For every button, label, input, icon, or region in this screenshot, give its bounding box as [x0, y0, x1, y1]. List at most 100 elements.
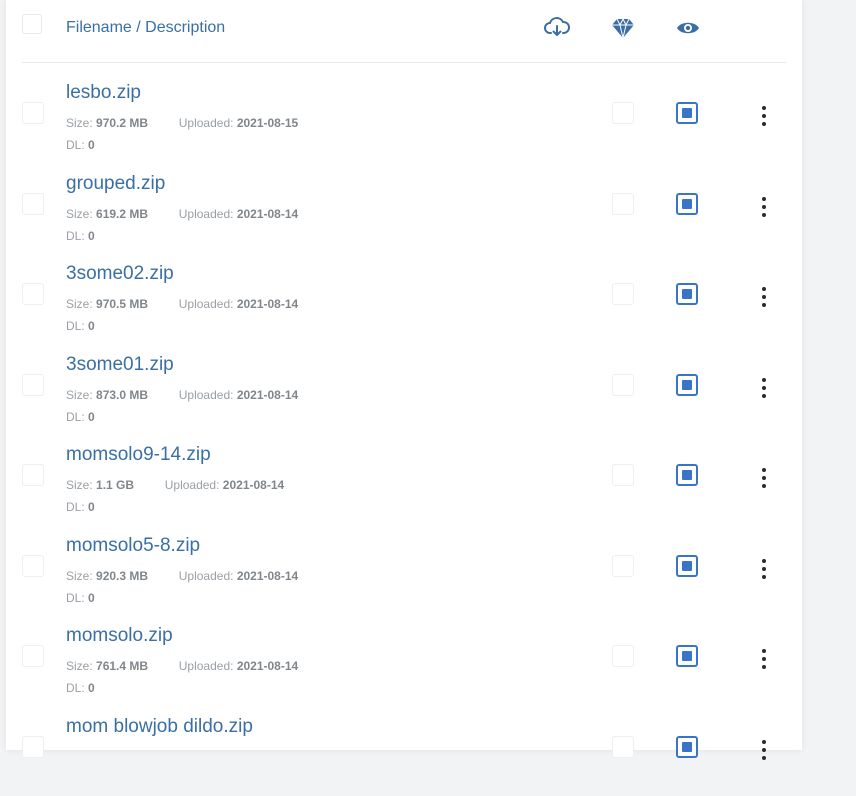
file-meta: Size: 970.5 MB Uploaded: 2021-08-14 — [66, 297, 298, 311]
row-select-checkbox[interactable] — [22, 283, 44, 305]
file-meta: Size: 873.0 MB Uploaded: 2021-08-14 — [66, 388, 298, 402]
row-select-checkbox[interactable] — [22, 374, 44, 396]
dl-value: 0 — [88, 591, 95, 605]
dl-value: 0 — [88, 319, 95, 333]
premium-checkbox[interactable] — [612, 736, 634, 758]
file-meta: Size: 920.3 MB Uploaded: 2021-08-14 — [66, 569, 298, 583]
file-name-link[interactable]: momsolo.zip — [66, 625, 173, 647]
size-label: Size: — [66, 207, 93, 221]
file-name-link[interactable]: lesbo.zip — [66, 82, 141, 104]
more-options-icon[interactable] — [754, 287, 774, 309]
download-count: DL: 0 — [66, 229, 95, 243]
premium-checkbox[interactable] — [612, 645, 634, 667]
visible-checkbox[interactable] — [676, 193, 698, 215]
file-meta: Size: 1.1 GB Uploaded: 2021-08-14 — [66, 478, 284, 492]
size-label: Size: — [66, 659, 93, 673]
more-options-icon[interactable] — [754, 197, 774, 219]
visible-checkbox[interactable] — [676, 374, 698, 396]
dl-label: DL: — [66, 500, 85, 514]
dl-value: 0 — [88, 138, 95, 152]
premium-checkbox[interactable] — [612, 555, 634, 577]
premium-checkbox[interactable] — [612, 374, 634, 396]
file-row: momsolo.zip Size: 761.4 MB Uploaded: 202… — [6, 615, 802, 706]
visible-checkbox[interactable] — [676, 464, 698, 486]
file-row: grouped.zip Size: 619.2 MB Uploaded: 202… — [6, 163, 802, 254]
visible-checkbox[interactable] — [676, 102, 698, 124]
file-meta: Size: 970.2 MB Uploaded: 2021-08-15 — [66, 116, 298, 130]
dl-label: DL: — [66, 410, 85, 424]
more-options-icon[interactable] — [754, 559, 774, 581]
download-count: DL: 0 — [66, 410, 95, 424]
file-size: 920.3 MB — [96, 569, 148, 583]
checked-mark — [682, 470, 692, 480]
premium-checkbox[interactable] — [612, 102, 634, 124]
file-name-link[interactable]: momsolo5-8.zip — [66, 535, 200, 557]
checked-mark — [682, 108, 692, 118]
row-select-checkbox[interactable] — [22, 102, 44, 124]
diamond-icon — [610, 16, 636, 40]
visible-checkbox[interactable] — [676, 283, 698, 305]
file-row: mom blowjob dildo.zip — [6, 706, 802, 796]
checked-mark — [682, 561, 692, 571]
select-all-checkbox[interactable] — [22, 14, 42, 34]
checked-mark — [682, 742, 692, 752]
visible-checkbox[interactable] — [676, 645, 698, 667]
cloud-download-icon — [544, 16, 570, 40]
dl-label: DL: — [66, 138, 85, 152]
dl-label: DL: — [66, 681, 85, 695]
uploaded-label: Uploaded: — [179, 297, 234, 311]
file-size: 1.1 GB — [96, 478, 134, 492]
download-count: DL: 0 — [66, 319, 95, 333]
checked-mark — [682, 380, 692, 390]
checked-mark — [682, 199, 692, 209]
file-name-link[interactable]: 3some02.zip — [66, 263, 174, 285]
checked-mark — [682, 289, 692, 299]
dl-label: DL: — [66, 229, 85, 243]
uploaded-label: Uploaded: — [179, 116, 234, 130]
upload-date: 2021-08-14 — [237, 388, 298, 402]
row-select-checkbox[interactable] — [22, 464, 44, 486]
more-options-icon[interactable] — [754, 378, 774, 400]
premium-checkbox[interactable] — [612, 193, 634, 215]
header-divider — [22, 62, 787, 63]
file-name-link[interactable]: 3some01.zip — [66, 354, 174, 376]
size-label: Size: — [66, 569, 93, 583]
upload-date: 2021-08-14 — [237, 569, 298, 583]
upload-date: 2021-08-14 — [237, 297, 298, 311]
file-list-header: Filename / Description — [6, 0, 802, 62]
uploaded-label: Uploaded: — [179, 388, 234, 402]
size-label: Size: — [66, 297, 93, 311]
premium-checkbox[interactable] — [612, 464, 634, 486]
visible-checkbox[interactable] — [676, 555, 698, 577]
checked-mark — [682, 651, 692, 661]
dl-value: 0 — [88, 410, 95, 424]
row-select-checkbox[interactable] — [22, 736, 44, 758]
premium-checkbox[interactable] — [612, 283, 634, 305]
file-name-link[interactable]: grouped.zip — [66, 173, 165, 195]
more-options-icon[interactable] — [754, 468, 774, 490]
dl-value: 0 — [88, 500, 95, 514]
file-row: 3some02.zip Size: 970.5 MB Uploaded: 202… — [6, 253, 802, 344]
uploaded-label: Uploaded: — [179, 569, 234, 583]
file-size: 873.0 MB — [96, 388, 148, 402]
file-name-link[interactable]: momsolo9-14.zip — [66, 444, 211, 466]
visible-checkbox[interactable] — [676, 736, 698, 758]
more-options-icon[interactable] — [754, 740, 774, 762]
upload-date: 2021-08-14 — [237, 659, 298, 673]
file-row: lesbo.zip Size: 970.2 MB Uploaded: 2021-… — [6, 72, 802, 163]
row-select-checkbox[interactable] — [22, 193, 44, 215]
upload-date: 2021-08-15 — [237, 116, 298, 130]
download-count: DL: 0 — [66, 681, 95, 695]
more-options-icon[interactable] — [754, 106, 774, 128]
row-select-checkbox[interactable] — [22, 645, 44, 667]
file-name-link[interactable]: mom blowjob dildo.zip — [66, 716, 253, 738]
dl-label: DL: — [66, 319, 85, 333]
row-select-checkbox[interactable] — [22, 555, 44, 577]
eye-icon — [675, 16, 701, 40]
file-size: 761.4 MB — [96, 659, 148, 673]
size-label: Size: — [66, 478, 93, 492]
dl-value: 0 — [88, 229, 95, 243]
more-options-icon[interactable] — [754, 649, 774, 671]
download-count: DL: 0 — [66, 138, 95, 152]
file-size: 619.2 MB — [96, 207, 148, 221]
